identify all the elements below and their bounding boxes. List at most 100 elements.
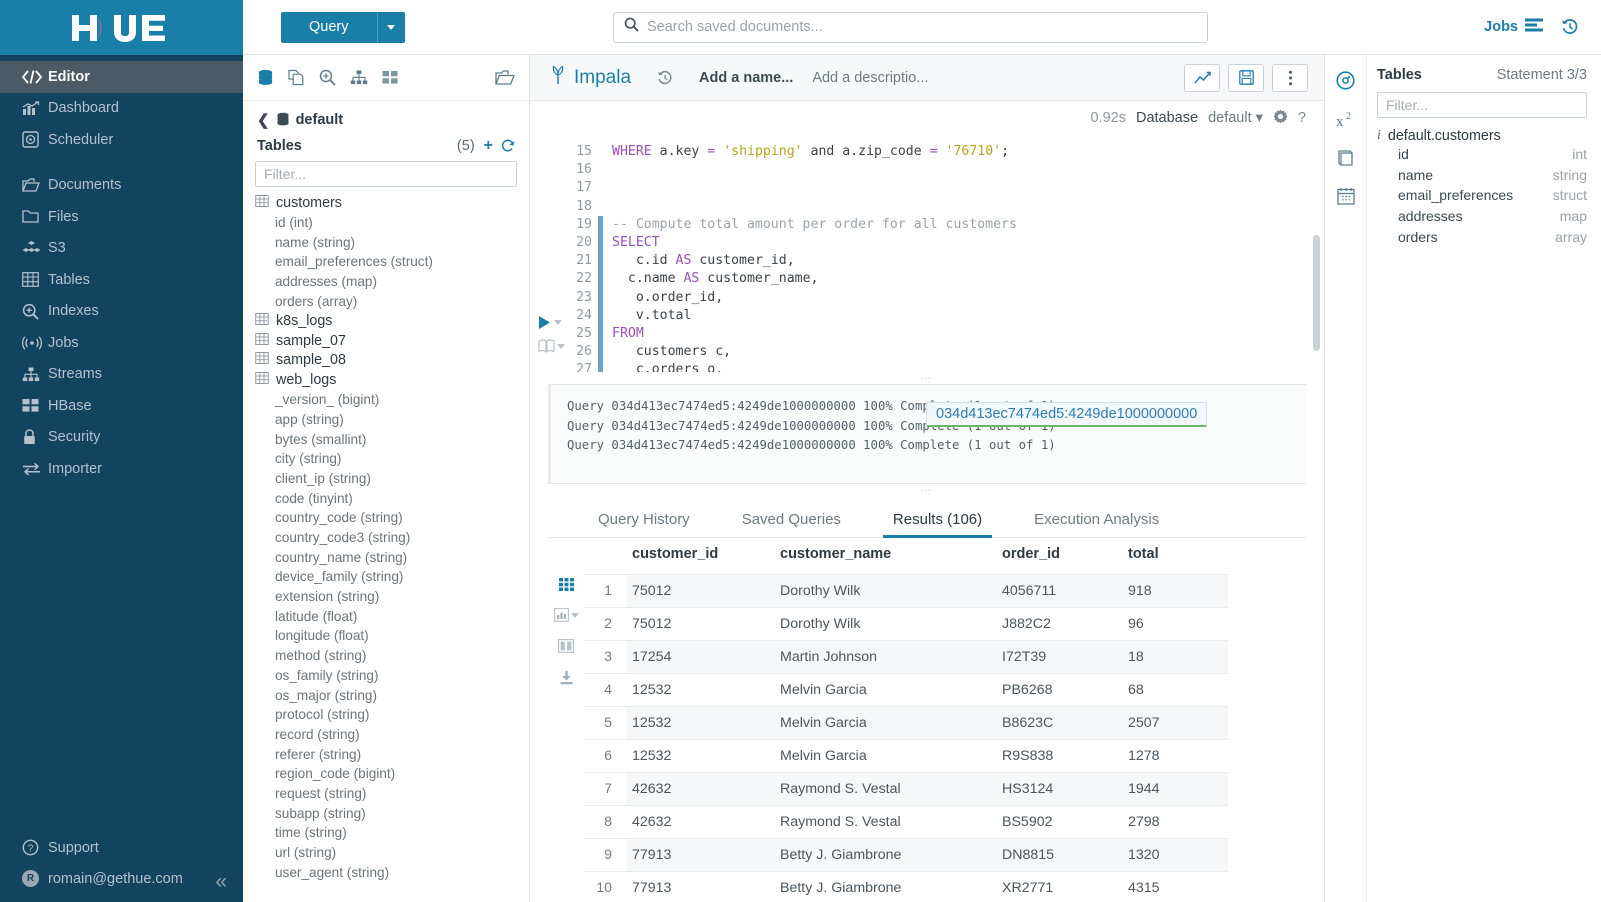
table-row[interactable]: 175012Dorothy Wilk4056711918 bbox=[584, 575, 1228, 608]
table-row[interactable]: 1077913Betty J. GiambroneXR27714315 bbox=[584, 872, 1228, 902]
run-statement-button[interactable] bbox=[538, 315, 562, 330]
assist-column[interactable]: country_name (string) bbox=[253, 547, 529, 567]
sidebar-item-editor[interactable]: Editor bbox=[0, 61, 243, 93]
search-input[interactable] bbox=[647, 19, 1197, 35]
assist-table-customers[interactable]: customers bbox=[253, 193, 529, 213]
gear-icon[interactable] bbox=[1273, 109, 1288, 128]
editor-scrollbar[interactable] bbox=[1313, 235, 1320, 351]
code-content[interactable]: 15WHERE a.key = 'shipping' and a.zip_cod… bbox=[568, 135, 1324, 372]
assist-column[interactable]: name (string) bbox=[253, 232, 529, 252]
assist-column[interactable]: record (string) bbox=[253, 725, 529, 745]
query-description-field[interactable]: Add a descriptio... bbox=[812, 70, 928, 86]
tab-query-history[interactable]: Query History bbox=[572, 511, 716, 537]
assist-column[interactable]: device_family (string) bbox=[253, 567, 529, 587]
column-header-customer-id[interactable]: customer_id bbox=[626, 538, 774, 575]
grid-icon[interactable] bbox=[559, 578, 574, 591]
assist-column[interactable]: os_major (string) bbox=[253, 685, 529, 705]
sql-editor[interactable]: 15WHERE a.key = 'shipping' and a.zip_cod… bbox=[530, 135, 1324, 372]
tab-results-106[interactable]: Results (106) bbox=[867, 511, 1008, 537]
table-row[interactable]: 275012Dorothy WilkJ882C296 bbox=[584, 608, 1228, 641]
table-row[interactable]: 742632Raymond S. VestalHS31241944 bbox=[584, 773, 1228, 806]
assist-column[interactable]: email_preferences (struct) bbox=[253, 252, 529, 272]
assist-filter-input[interactable] bbox=[255, 161, 517, 187]
chevron-double-left-icon[interactable]: « bbox=[215, 871, 227, 892]
save-button[interactable] bbox=[1228, 64, 1264, 92]
more-button[interactable] bbox=[1272, 64, 1308, 92]
chevron-left-icon[interactable]: ❮ bbox=[257, 111, 270, 129]
x-squared-icon[interactable]: x2 bbox=[1335, 110, 1357, 129]
download-icon[interactable] bbox=[559, 670, 574, 685]
assist-column[interactable]: url (string) bbox=[253, 843, 529, 863]
right-panel-column[interactable]: addressesmap bbox=[1377, 206, 1587, 227]
sidebar-item-scheduler[interactable]: Scheduler bbox=[0, 124, 243, 156]
sitemap-icon[interactable] bbox=[350, 70, 368, 85]
sidebar-item-user[interactable]: R romain@gethue.com bbox=[0, 863, 243, 894]
assist-column[interactable]: os_family (string) bbox=[253, 666, 529, 686]
chart-bar-icon[interactable] bbox=[554, 608, 579, 622]
history-icon[interactable] bbox=[1561, 18, 1579, 36]
hue-logo[interactable] bbox=[0, 0, 243, 55]
assist-column[interactable]: code (tinyint) bbox=[253, 488, 529, 508]
sidebar-item-documents[interactable]: Documents bbox=[0, 170, 243, 202]
right-panel-column[interactable]: namestring bbox=[1377, 165, 1587, 186]
assist-column[interactable]: orders (array) bbox=[253, 291, 529, 311]
assist-column[interactable]: subapp (string) bbox=[253, 803, 529, 823]
assist-column[interactable]: protocol (string) bbox=[253, 705, 529, 725]
assist-db-name[interactable]: default bbox=[296, 112, 344, 128]
database-icon[interactable] bbox=[257, 69, 274, 86]
table-row[interactable]: 512532Melvin GarciaB8623C2507 bbox=[584, 707, 1228, 740]
assist-column[interactable]: extension (string) bbox=[253, 587, 529, 607]
column-header-total[interactable]: total bbox=[1122, 538, 1228, 575]
table-row[interactable]: 317254Martin JohnsonI72T3918 bbox=[584, 641, 1228, 674]
assist-column[interactable]: client_ip (string) bbox=[253, 469, 529, 489]
chart-button[interactable] bbox=[1184, 64, 1220, 92]
sidebar-item-tables[interactable]: Tables bbox=[0, 264, 243, 296]
table-row[interactable]: 977913Betty J. GiambroneDN88151320 bbox=[584, 839, 1228, 872]
sidebar-item-security[interactable]: Security bbox=[0, 422, 243, 454]
table-row[interactable]: 842632Raymond S. VestalBS59022798 bbox=[584, 806, 1228, 839]
explain-button[interactable] bbox=[538, 339, 565, 353]
sidebar-item-streams[interactable]: Streams bbox=[0, 359, 243, 391]
assist-column[interactable]: country_code (string) bbox=[253, 508, 529, 528]
assist-column[interactable]: latitude (float) bbox=[253, 606, 529, 626]
blocks-icon[interactable] bbox=[382, 70, 398, 85]
right-panel-column[interactable]: ordersarray bbox=[1377, 226, 1587, 247]
assist-column[interactable]: method (string) bbox=[253, 646, 529, 666]
refresh-icon[interactable] bbox=[501, 139, 515, 153]
assist-column[interactable]: _version_ (bigint) bbox=[253, 390, 529, 410]
sidebar-item-hbase[interactable]: HBase bbox=[0, 390, 243, 422]
assist-column[interactable]: user_agent (string) bbox=[253, 862, 529, 882]
open-folder-icon[interactable] bbox=[495, 69, 515, 86]
assist-column[interactable]: app (string) bbox=[253, 410, 529, 430]
sidebar-item-support[interactable]: ? Support bbox=[0, 832, 243, 863]
query-button[interactable]: Query bbox=[281, 12, 377, 43]
assist-column[interactable]: addresses (map) bbox=[253, 272, 529, 292]
right-panel-table-entry[interactable]: i default.customers bbox=[1377, 128, 1587, 144]
book-icon[interactable] bbox=[1336, 149, 1355, 167]
results-resize-handle[interactable]: … bbox=[530, 484, 1324, 496]
database-selector[interactable]: default ▾ bbox=[1208, 110, 1263, 126]
sidebar-item-files[interactable]: Files bbox=[0, 201, 243, 233]
assist-table-sample_08[interactable]: sample_08 bbox=[253, 351, 529, 371]
assist-table-k8s_logs[interactable]: k8s_logs bbox=[253, 311, 529, 331]
query-name-field[interactable]: Add a name... bbox=[699, 70, 793, 86]
right-panel-column[interactable]: email_preferencesstruct bbox=[1377, 185, 1587, 206]
calendar-icon[interactable] bbox=[1337, 187, 1355, 205]
jobs-button[interactable]: Jobs bbox=[1484, 18, 1543, 36]
columns-icon[interactable] bbox=[558, 639, 574, 653]
sidebar-item-jobs[interactable]: Jobs bbox=[0, 327, 243, 359]
plus-icon[interactable]: + bbox=[484, 137, 493, 155]
sidebar-item-s3[interactable]: S3 bbox=[0, 233, 243, 265]
assist-column[interactable]: bytes (smallint) bbox=[253, 429, 529, 449]
assist-column[interactable]: id (int) bbox=[253, 213, 529, 233]
assist-table-sample_07[interactable]: sample_07 bbox=[253, 331, 529, 351]
query-dropdown-button[interactable] bbox=[377, 12, 405, 43]
tab-saved-queries[interactable]: Saved Queries bbox=[716, 511, 867, 537]
assist-column[interactable]: region_code (bigint) bbox=[253, 764, 529, 784]
sidebar-item-indexes[interactable]: Indexes bbox=[0, 296, 243, 328]
history-icon[interactable] bbox=[657, 70, 673, 86]
assist-column[interactable]: city (string) bbox=[253, 449, 529, 469]
right-panel-column[interactable]: idint bbox=[1377, 144, 1587, 165]
tab-execution-analysis[interactable]: Execution Analysis bbox=[1008, 511, 1185, 537]
assist-column[interactable]: request (string) bbox=[253, 784, 529, 804]
